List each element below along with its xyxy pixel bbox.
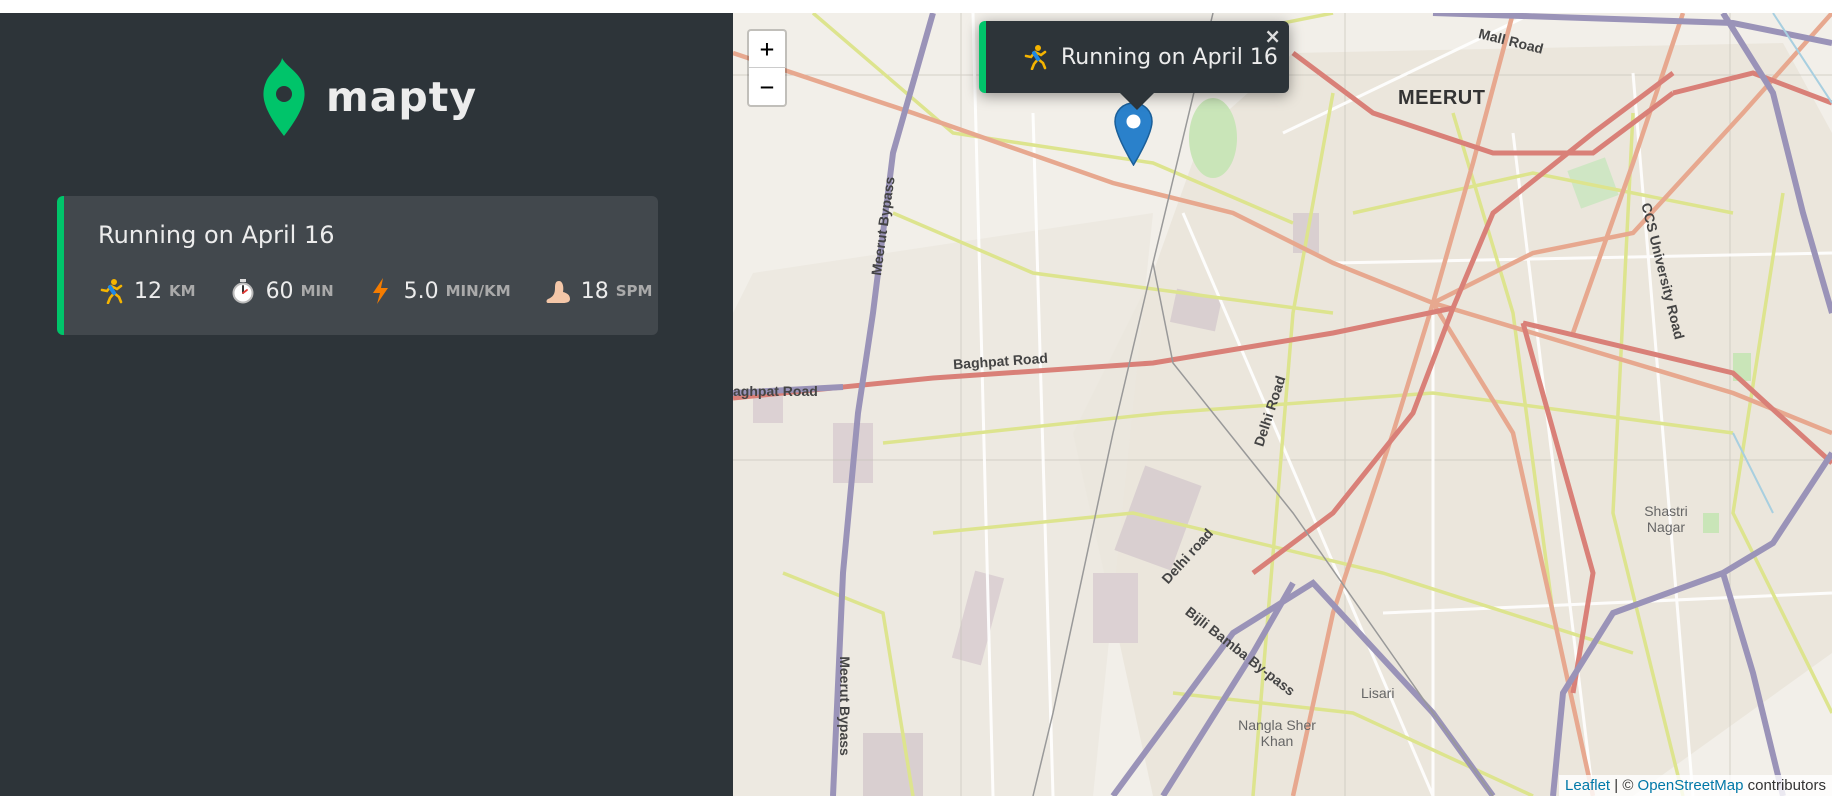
running-icon (98, 278, 124, 304)
attribution-suffix: contributors (1743, 777, 1826, 794)
popup-text: Running on April 16 (1061, 44, 1278, 70)
popup-close-button[interactable]: × (1264, 24, 1281, 48)
map-label-shastri-nagar: Shastri Nagar (1644, 503, 1688, 535)
zoom-in-button[interactable]: + (749, 31, 785, 68)
popup-tip (1120, 93, 1154, 110)
workout-duration: 60 min (230, 278, 334, 304)
workout-title: Running on April 16 (98, 221, 335, 249)
map-label-baghpat-road-west: aghpat Road (733, 383, 818, 399)
distance-value: 12 (134, 278, 162, 304)
workout-details: 12 km 60 min (98, 278, 652, 304)
footprint-icon (545, 278, 571, 304)
app: mapty Running on April 16 12 km (0, 13, 1832, 796)
workout-pace: 5.0 min/km (368, 278, 511, 304)
workout-cadence: 18 spm (545, 278, 653, 304)
logo: mapty (260, 58, 477, 136)
pace-unit: min/km (445, 282, 511, 300)
leaflet-link[interactable]: Leaflet (1565, 777, 1610, 794)
map-pin-logo-icon (263, 58, 305, 136)
lightning-icon (368, 278, 394, 304)
pace-value: 5.0 (403, 278, 439, 304)
distance-unit: km (169, 282, 196, 300)
map-marker-icon[interactable] (1114, 102, 1153, 166)
workout-card[interactable]: Running on April 16 12 km (57, 196, 658, 335)
map-label-lisari: Lisari (1361, 685, 1395, 701)
zoom-control: + − (747, 29, 787, 107)
workout-popup[interactable]: Running on April 16 × (979, 21, 1289, 110)
openstreetmap-link[interactable]: OpenStreetMap (1638, 777, 1744, 794)
running-icon (1022, 44, 1048, 71)
zoom-out-button[interactable]: − (749, 68, 785, 105)
logo-text: mapty (326, 73, 478, 121)
stopwatch-icon (230, 278, 256, 304)
map-label-nangla-sher-khan: Nangla Sher Khan (1238, 717, 1316, 749)
map[interactable]: MEERUT Mall Road Meerut Bypass Meerut By… (733, 13, 1832, 796)
duration-unit: min (300, 282, 334, 300)
cadence-value: 18 (580, 278, 609, 304)
cadence-unit: spm (615, 282, 653, 300)
map-label-meerut: MEERUT (1398, 87, 1486, 109)
sidebar: mapty Running on April 16 12 km (0, 13, 733, 796)
map-attribution: Leaflet | © OpenStreetMap contributors (1559, 775, 1832, 796)
workout-distance: 12 km (98, 278, 196, 304)
map-label-meerut-bypass-south: Meerut Bypass (836, 656, 853, 756)
duration-value: 60 (265, 278, 294, 304)
attribution-separator: | © (1610, 777, 1638, 794)
